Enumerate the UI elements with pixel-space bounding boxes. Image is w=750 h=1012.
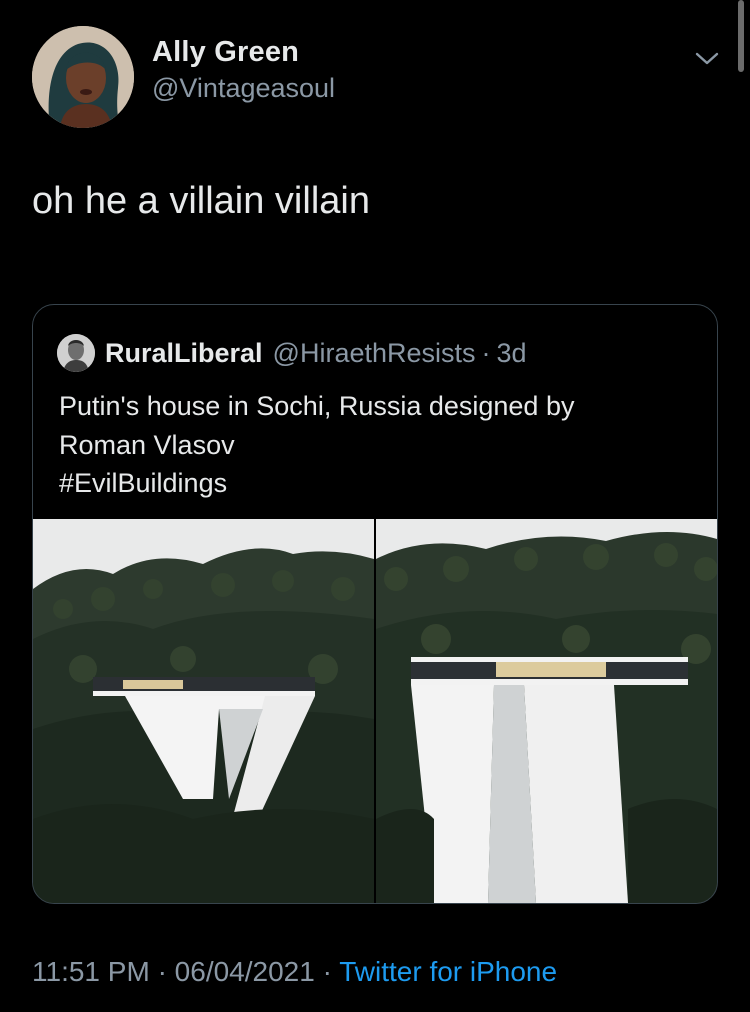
footer-separator: · <box>157 956 167 987</box>
quoted-tweet[interactable]: RuralLiberal @HiraethResists · 3d Putin'… <box>32 304 718 904</box>
quoted-age: 3d <box>496 337 527 368</box>
tweet-footer: 11:51 PM · 06/04/2021 · Twitter for iPho… <box>32 956 557 988</box>
quoted-text: Putin's house in Sochi, Russia designed … <box>59 387 699 503</box>
media-grid <box>33 519 717 903</box>
scrollbar[interactable] <box>738 0 744 72</box>
quoted-hashtag[interactable]: #EvilBuildings <box>59 464 699 503</box>
avatar[interactable] <box>32 26 134 128</box>
quoted-avatar <box>57 334 95 372</box>
quoted-text-line: Putin's house in Sochi, Russia designed … <box>59 391 575 421</box>
quoted-handle: @HiraethResists <box>272 337 476 368</box>
building-photo-icon[interactable] <box>376 519 717 903</box>
author-names: Ally Green @Vintageasoul <box>152 36 335 104</box>
building-photo-icon[interactable] <box>33 519 374 903</box>
footer-separator: · <box>322 956 332 987</box>
chevron-down-icon[interactable] <box>692 46 722 70</box>
author-handle[interactable]: @Vintageasoul <box>152 73 335 104</box>
author-display-name[interactable]: Ally Green <box>152 36 335 69</box>
tweet-date: 06/04/2021 <box>174 956 315 987</box>
quoted-text-line: Roman Vlasov <box>59 429 235 460</box>
tweet-source-link[interactable]: Twitter for iPhone <box>339 956 557 987</box>
tweet-text: oh he a villain villain <box>32 180 370 222</box>
quoted-display-name: RuralLiberal <box>105 337 263 368</box>
quoted-tweet-header: RuralLiberal @HiraethResists · 3d <box>57 333 527 373</box>
tweet-time: 11:51 PM <box>32 956 150 987</box>
quoted-separator: · <box>481 337 491 368</box>
tweet-header: Ally Green @Vintageasoul <box>32 26 722 130</box>
